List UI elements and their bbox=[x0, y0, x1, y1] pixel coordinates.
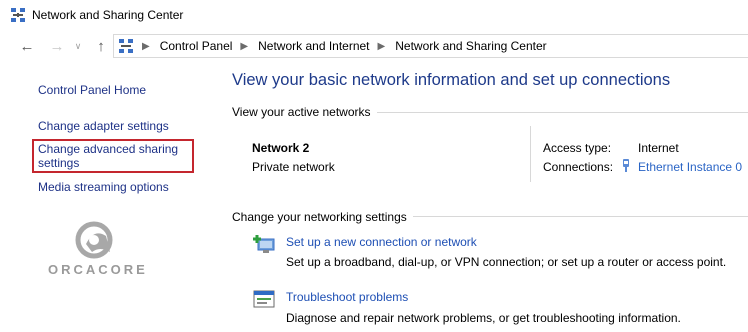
vertical-divider bbox=[530, 126, 531, 182]
watermark-logo: ORCACORE bbox=[48, 220, 148, 280]
sidebar: Control Panel Home Change adapter settin… bbox=[0, 60, 212, 332]
sidebar-link-media-streaming-options[interactable]: Media streaming options bbox=[38, 180, 169, 194]
setup-connection-description: Set up a broadband, dial-up, or VPN conn… bbox=[286, 255, 727, 269]
up-arrow-icon[interactable]: ↑ bbox=[92, 37, 110, 55]
recent-locations-dropdown-icon[interactable]: ∨ bbox=[72, 37, 84, 55]
watermark-text: ORCACORE bbox=[48, 262, 148, 277]
connection-link[interactable]: Ethernet Instance 0 bbox=[638, 160, 742, 174]
breadcrumb-network-and-sharing-center[interactable]: Network and Sharing Center bbox=[395, 39, 546, 53]
orcacore-logo-icon bbox=[75, 221, 113, 259]
highlight-annotation-box bbox=[32, 139, 194, 173]
access-type-label: Access type: bbox=[543, 141, 612, 155]
section-divider bbox=[362, 112, 748, 113]
troubleshoot-description: Diagnose and repair network problems, or… bbox=[286, 311, 681, 325]
access-type-value: Internet bbox=[638, 141, 679, 155]
troubleshoot-icon bbox=[253, 290, 275, 308]
section-divider bbox=[402, 216, 748, 217]
network-center-icon bbox=[11, 8, 25, 22]
address-bar: ← → ∨ ↑ ▶ Control Panel ▶ Network and In… bbox=[0, 33, 748, 59]
connections-label: Connections: bbox=[543, 160, 614, 174]
page-title: View your basic network information and … bbox=[232, 71, 671, 89]
chevron-right-icon[interactable]: ▶ bbox=[378, 41, 386, 52]
forward-arrow-icon[interactable]: → bbox=[48, 37, 66, 55]
main-panel: View your basic network information and … bbox=[212, 60, 748, 332]
back-arrow-icon[interactable]: ← bbox=[18, 37, 36, 55]
section-label-active-networks: View your active networks bbox=[232, 105, 377, 119]
setup-connection-link[interactable]: Set up a new connection or network bbox=[286, 235, 477, 249]
troubleshoot-link[interactable]: Troubleshoot problems bbox=[286, 290, 408, 304]
address-box[interactable]: ▶ Control Panel ▶ Network and Internet ▶… bbox=[113, 34, 748, 58]
chevron-right-icon[interactable]: ▶ bbox=[240, 41, 248, 52]
breadcrumb-control-panel[interactable]: Control Panel bbox=[160, 39, 233, 53]
chevron-right-icon: ▶ bbox=[142, 40, 150, 52]
network-name: Network 2 bbox=[252, 141, 310, 155]
breadcrumb-network-and-internet[interactable]: Network and Internet bbox=[258, 39, 369, 53]
ethernet-icon bbox=[623, 159, 629, 172]
new-connection-icon bbox=[253, 235, 275, 253]
sidebar-link-change-adapter-settings[interactable]: Change adapter settings bbox=[38, 119, 169, 133]
control-panel-icon bbox=[119, 39, 133, 53]
section-label-networking-settings: Change your networking settings bbox=[232, 210, 413, 224]
sidebar-link-control-panel-home[interactable]: Control Panel Home bbox=[38, 83, 146, 97]
window-title: Network and Sharing Center bbox=[32, 8, 184, 22]
title-bar: Network and Sharing Center bbox=[0, 0, 748, 30]
network-category: Private network bbox=[252, 160, 335, 174]
